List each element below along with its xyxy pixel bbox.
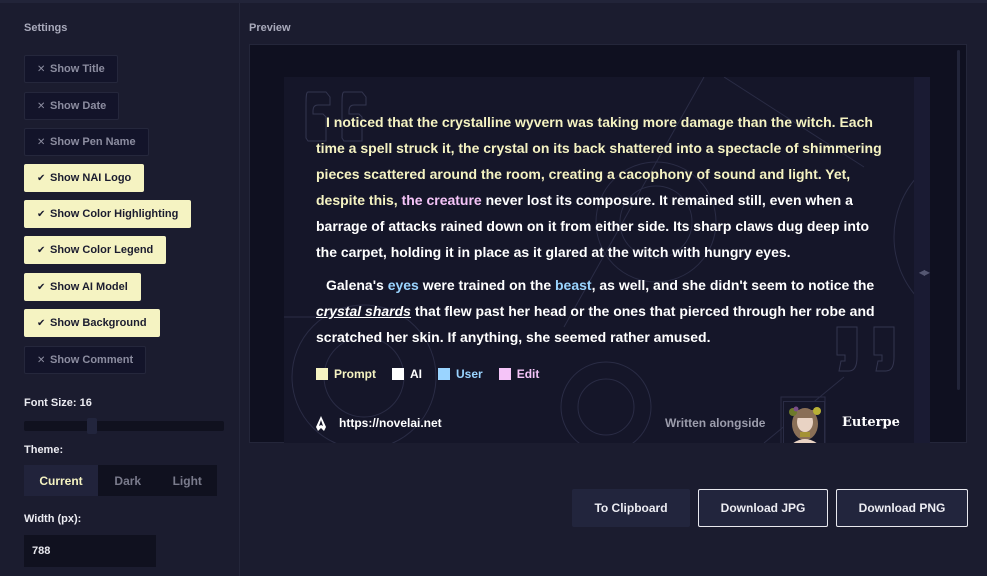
toggle-label: Show Color Legend xyxy=(50,244,154,256)
width-input[interactable] xyxy=(24,535,156,567)
toggle-label: Show Comment xyxy=(50,354,134,366)
settings-heading: Settings xyxy=(24,22,68,34)
legend-label: User xyxy=(456,367,483,381)
toggle-show-color-highlighting[interactable]: ✔ Show Color Highlighting xyxy=(24,200,192,228)
check-icon: ✔ xyxy=(37,172,46,184)
preview-scrollbar[interactable] xyxy=(957,50,960,390)
story-paragraph: I noticed that the crystalline wyvern wa… xyxy=(316,109,886,265)
theme-selector: Current Dark Light xyxy=(24,465,217,496)
toggle-label: Show AI Model xyxy=(50,281,128,293)
text-segment-ai-emphasis: crystal shards xyxy=(316,303,411,319)
legend-label: AI xyxy=(410,367,422,381)
theme-label: Theme: xyxy=(24,444,64,456)
x-icon: ✕ xyxy=(37,100,46,112)
resize-handle-icon[interactable]: ◀▶ xyxy=(919,268,930,277)
legend-label: Edit xyxy=(516,367,540,381)
font-size-label-text: Font Size: xyxy=(24,397,77,409)
download-png-button[interactable]: Download PNG xyxy=(836,489,968,527)
toggle-show-comment[interactable]: ✕ Show Comment xyxy=(24,346,147,374)
download-jpg-button[interactable]: Download JPG xyxy=(698,489,828,527)
text-segment-edit: the creature xyxy=(401,192,482,208)
novelai-logo-icon xyxy=(316,416,326,431)
legend-swatch xyxy=(316,368,328,380)
toggle-label: Show Title xyxy=(50,63,105,75)
settings-sidebar: Settings ✕ Show Title ✕ Show Date ✕ Show Pen … xyxy=(0,3,240,576)
toggle-label: Show Color Highlighting xyxy=(50,208,179,220)
legend-item-prompt: Prompt xyxy=(316,367,376,381)
legend-item-ai: AI xyxy=(392,367,422,381)
preview-heading: Preview xyxy=(249,22,291,34)
toggle-show-title[interactable]: ✕ Show Title xyxy=(24,55,118,83)
text-segment-ai: Galena's xyxy=(326,277,388,293)
check-icon: ✔ xyxy=(37,208,46,220)
legend-label: Prompt xyxy=(334,367,376,381)
legend-swatch xyxy=(392,368,404,380)
font-size-slider[interactable] xyxy=(24,418,224,434)
toggle-show-date[interactable]: ✕ Show Date xyxy=(24,92,120,120)
to-clipboard-button[interactable]: To Clipboard xyxy=(572,489,690,527)
novelai-url: https://novelai.net xyxy=(339,416,442,430)
x-icon: ✕ xyxy=(37,354,46,366)
check-icon: ✔ xyxy=(37,244,46,256)
toggle-label: Show Background xyxy=(50,317,147,329)
legend-swatch xyxy=(438,368,450,380)
ai-model-avatar xyxy=(783,401,825,443)
toggle-show-pen-name[interactable]: ✕ Show Pen Name xyxy=(24,128,149,156)
theme-option-dark[interactable]: Dark xyxy=(98,465,158,496)
width-label: Width (px): xyxy=(24,513,82,525)
font-size-slider-thumb[interactable] xyxy=(87,418,97,434)
euterpe-portrait-icon xyxy=(789,406,821,443)
written-alongside-label: Written alongside xyxy=(665,416,766,430)
theme-option-light[interactable]: Light xyxy=(158,465,218,496)
card-resize-edge[interactable]: ◀▶ xyxy=(914,77,930,443)
legend-item-edit: Edit xyxy=(498,367,540,381)
check-icon: ✔ xyxy=(37,317,46,329)
theme-option-current[interactable]: Current xyxy=(24,465,98,496)
color-legend: Prompt AI User Edit xyxy=(316,367,555,381)
text-segment-ai: were trained on the xyxy=(418,277,555,293)
check-icon: ✔ xyxy=(37,281,46,293)
font-size-value: 16 xyxy=(79,397,92,409)
legend-swatch xyxy=(498,368,511,380)
story-paragraph: Galena's eyes were trained on the beast,… xyxy=(316,272,886,350)
toggle-show-nai-logo[interactable]: ✔ Show NAI Logo xyxy=(24,164,145,192)
preview-card: ◀▶ I noticed that the crystalline wyvern… xyxy=(284,77,930,443)
text-segment-user: beast xyxy=(555,277,592,293)
text-segment-user: eyes xyxy=(387,277,419,293)
legend-item-user: User xyxy=(438,367,483,381)
toggle-label: Show Date xyxy=(50,100,107,112)
x-icon: ✕ xyxy=(37,63,46,75)
toggle-show-background[interactable]: ✔ Show Background xyxy=(24,309,160,337)
toggle-show-color-legend[interactable]: ✔ Show Color Legend xyxy=(24,236,167,264)
x-icon: ✕ xyxy=(37,136,46,148)
ai-model-name: Euterpe xyxy=(842,415,900,430)
story-text: I noticed that the crystalline wyvern wa… xyxy=(316,109,886,357)
toggle-label: Show Pen Name xyxy=(50,136,136,148)
text-segment-ai: , as well, and she didn't seem to notice… xyxy=(591,277,875,293)
font-size-label: Font Size: 16 xyxy=(24,397,92,409)
toggle-show-ai-model[interactable]: ✔ Show AI Model xyxy=(24,273,141,301)
toggle-label: Show NAI Logo xyxy=(50,172,132,184)
